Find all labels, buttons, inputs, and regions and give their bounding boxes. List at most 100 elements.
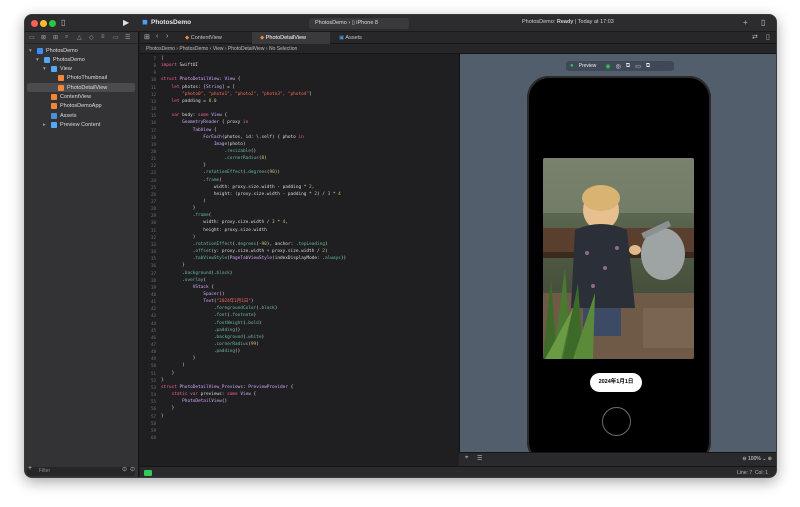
split-editor-icon[interactable]: ▯: [766, 33, 770, 41]
inspector-toggle-icon[interactable]: ▯: [761, 18, 765, 27]
scheme-name: PhotosDemo: [315, 20, 347, 26]
code-token: ): [274, 306, 278, 312]
code-token: 8.0: [208, 98, 217, 104]
sidebar-item-label: Preview Content: [60, 121, 101, 128]
selectable-icon[interactable]: ☰: [477, 455, 482, 462]
test-icon[interactable]: ◇: [89, 34, 94, 41]
run-button-icon[interactable]: ▶: [123, 18, 129, 27]
code-token: always: [324, 256, 341, 262]
disclosure-icon[interactable]: ▾: [29, 48, 34, 54]
tab-photodetailview[interactable]: ◆ PhotoDetailView: [252, 32, 330, 44]
recent-files-icon[interactable]: ⊙: [122, 466, 127, 473]
swift-file-icon: [51, 94, 57, 100]
code-token: white: [248, 334, 262, 340]
zoom-control[interactable]: ⊖ 100% ⌄ ⊕: [742, 456, 772, 462]
code-line: .overlay(: [161, 277, 206, 284]
breadcrumb-item[interactable]: No Selection: [269, 46, 297, 52]
scheme-selector[interactable]: PhotosDemo › ▯ iPhone 8: [309, 18, 409, 29]
play-icon[interactable]: ◉: [605, 63, 610, 70]
inspect-icon[interactable]: ◎: [616, 63, 621, 70]
report-icon[interactable]: ☰: [125, 34, 130, 41]
add-icon[interactable]: +: [743, 18, 748, 27]
code-token: ): [261, 334, 265, 340]
breadcrumb-item[interactable]: PhotosDemo: [146, 46, 175, 52]
source-control-icon[interactable]: ⊠: [41, 34, 46, 41]
code-token: ]: [309, 91, 312, 97]
symbol-icon[interactable]: ⊞: [53, 34, 58, 41]
breadcrumb-item[interactable]: PhotoDetailView: [228, 46, 265, 52]
sidebar-item[interactable]: PhotosDemoApp: [27, 102, 135, 111]
breadcrumb-item[interactable]: View: [213, 46, 224, 52]
folder-icon[interactable]: ▭: [29, 34, 35, 41]
debug-area-toggle-icon[interactable]: [144, 470, 152, 476]
code-token: offset: [195, 249, 212, 255]
xcode-window: ▯ ▶ ◼ PhotosDemo PhotosDemo › ▯ iPhone 8…: [24, 14, 777, 478]
code-token: let: [161, 98, 183, 104]
variants-icon[interactable]: ⧉: [626, 63, 630, 70]
sidebar-item[interactable]: Assets: [27, 111, 135, 120]
code-line: TabView {: [161, 127, 217, 134]
code-token: (photos, id: \.self) { photo: [221, 134, 299, 140]
grid-icon[interactable]: ⊞: [144, 33, 150, 41]
debug-icon[interactable]: ≡: [101, 34, 105, 40]
code-token: {: [287, 384, 294, 390]
zoom-window-button[interactable]: [49, 20, 56, 27]
code-token: degrees: [248, 170, 267, 176]
add-file-icon[interactable]: +: [28, 465, 32, 472]
breadcrumb-item[interactable]: PhotosDemo: [179, 46, 208, 52]
project-title: PhotosDemo: [151, 19, 192, 26]
disclosure-icon[interactable]: ▸: [43, 122, 48, 128]
disclosure-icon[interactable]: ▾: [36, 57, 41, 63]
sidebar-item[interactable]: PhotoDetailView: [27, 83, 135, 93]
photo-image[interactable]: [543, 158, 694, 359]
sidebar-item[interactable]: ▸ Preview Content: [27, 120, 135, 129]
refresh-icon[interactable]: ⇄: [752, 33, 758, 41]
home-button[interactable]: [602, 407, 631, 436]
code-token: View: [224, 77, 236, 83]
device-settings-icon[interactable]: ▭: [635, 63, 641, 70]
zoom-in-icon[interactable]: ⊕: [768, 456, 772, 462]
code-token: .: [161, 320, 217, 326]
code-token: (): [219, 291, 225, 297]
code-line: let padding = 8.0: [161, 98, 217, 105]
line-number: 24: [150, 177, 156, 183]
minimize-window-button[interactable]: [40, 20, 47, 27]
code-token: View: [240, 392, 251, 398]
source-editor[interactable]: 7 8 9 10 11 12 13 14 15 16 17 18 19 20 21 22 23 24 25 26 27 2…: [140, 54, 458, 466]
code-token: rotationEffect: [195, 241, 233, 247]
code-token: (y: proxy.size.width + proxy.size.width …: [211, 249, 323, 255]
pin-icon[interactable]: ⌖: [465, 455, 468, 462]
sidebar-toggle-icon[interactable]: ▯: [61, 18, 65, 27]
sidebar-item-label: ContentView: [60, 94, 92, 100]
forward-icon[interactable]: ›: [166, 33, 168, 40]
breakpoint-icon[interactable]: ▭: [113, 34, 119, 41]
code-line: }: [161, 413, 164, 420]
duplicate-icon[interactable]: ⧉: [646, 63, 650, 70]
filter-options-icon[interactable]: ⊙: [130, 466, 135, 473]
code-token: black: [216, 270, 230, 276]
code-line: .cornerRadius(99): [161, 341, 259, 348]
code-token: some: [198, 113, 212, 119]
line-number: 47: [150, 342, 156, 347]
tab-assets[interactable]: ▣ Assets: [331, 32, 391, 44]
close-window-button[interactable]: [31, 20, 38, 27]
back-icon[interactable]: ‹: [156, 33, 158, 40]
sidebar-item[interactable]: PhotoThumbnail: [27, 74, 135, 83]
code-line: .font(.footnote): [161, 312, 256, 319]
sidebar-item[interactable]: ContentView: [27, 93, 135, 102]
sidebar-item[interactable]: ▾ View: [27, 65, 135, 74]
code-token: PhotoDetailView_Previews: [179, 384, 243, 390]
code-token: .: [161, 213, 196, 219]
filter-field[interactable]: Filter: [27, 467, 135, 476]
code-line: .tabViewStyle(PageTabViewStyle(indexDisp…: [161, 255, 346, 262]
sidebar-item[interactable]: ▾ PhotosDemo: [27, 46, 135, 55]
tab-contentview[interactable]: ◆ ContentView: [177, 32, 251, 44]
issue-icon[interactable]: △: [77, 34, 82, 41]
disclosure-icon[interactable]: ▾: [43, 66, 48, 72]
search-icon[interactable]: ⌕: [65, 34, 68, 41]
code-token: tabViewStyle: [195, 256, 228, 262]
code-line: ): [161, 198, 206, 205]
sidebar-item[interactable]: ▾ PhotosDemo: [27, 55, 135, 64]
code-line: PhotoDetailView(): [161, 398, 227, 405]
code-line: var body: some View {: [161, 112, 228, 119]
